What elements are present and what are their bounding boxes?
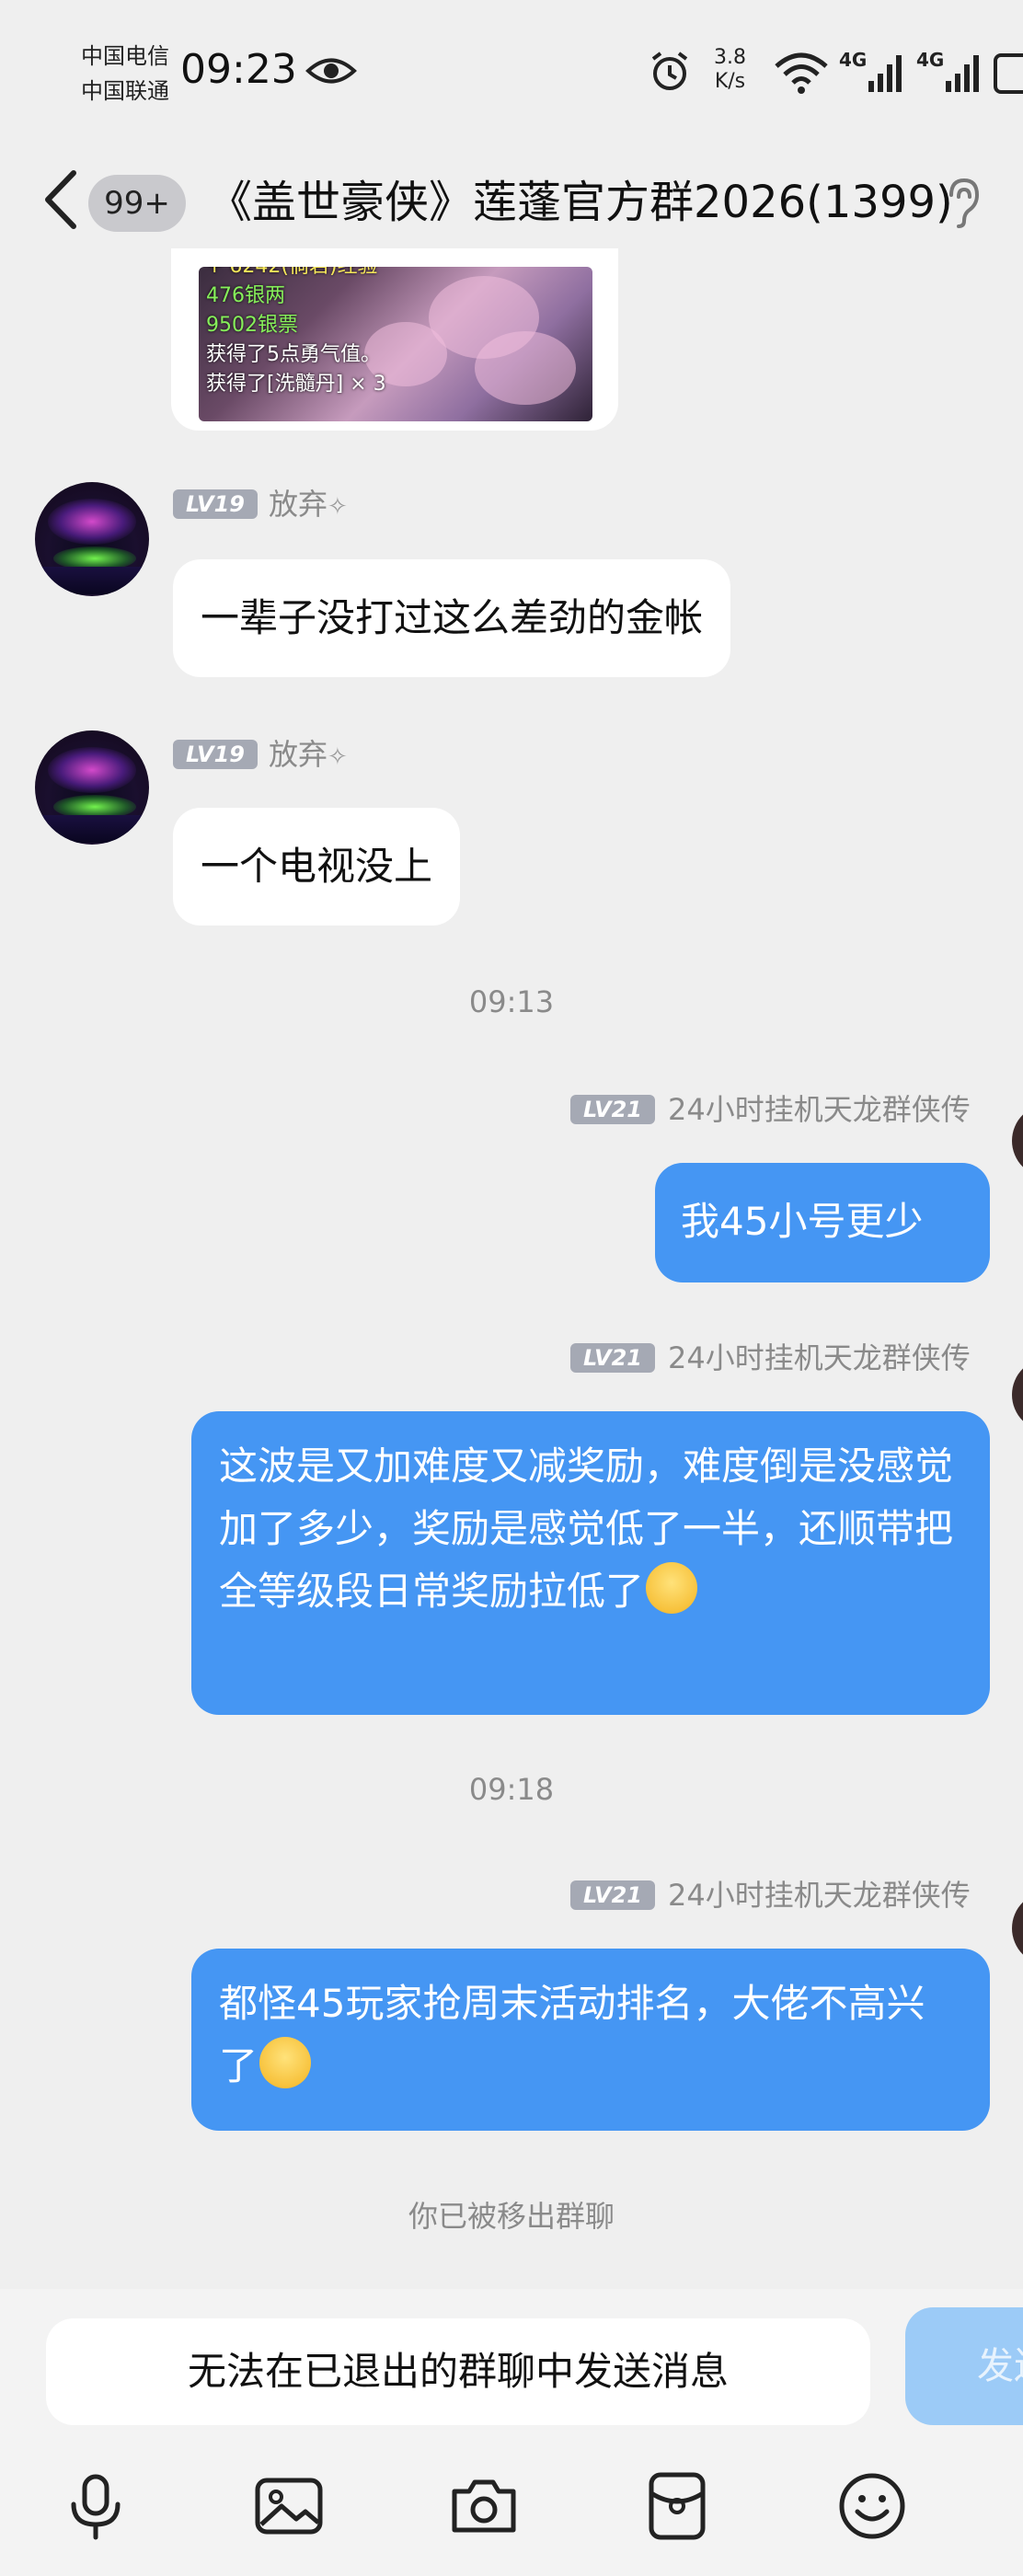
sender-name[interactable]: 24小时挂机天龙群侠传 xyxy=(668,1340,971,1376)
removed-from-group-notice: 你已被移出群聊 xyxy=(408,2199,615,2234)
red-packet-icon[interactable] xyxy=(640,2469,714,2543)
sparkle-icon: ✧ xyxy=(328,493,348,521)
reward-line-4: 获得了5点勇气值。 xyxy=(206,343,381,366)
message-input[interactable]: 无法在已退出的群聊中发送消息 xyxy=(46,2318,870,2425)
avatar[interactable] xyxy=(35,730,149,845)
camera-icon[interactable] xyxy=(447,2469,521,2543)
image-icon[interactable] xyxy=(252,2469,326,2543)
sender-name[interactable]: 24小时挂机天龙群侠传 xyxy=(668,1877,971,1914)
timestamp: 09:13 xyxy=(468,984,555,1019)
net-speed: 3.8 K/s xyxy=(714,46,746,94)
level-badge: LV21 xyxy=(570,1095,655,1124)
avatar[interactable] xyxy=(35,482,149,596)
status-clock: 09:23 xyxy=(180,46,297,93)
carrier-2: 中国联通 xyxy=(81,78,169,104)
sender-name[interactable]: 放弃✧ xyxy=(269,486,348,525)
battery-icon xyxy=(994,53,1023,94)
reward-line-3: 9502银票 xyxy=(206,314,298,337)
sender-name[interactable]: 24小时挂机天龙群侠传 xyxy=(668,1091,971,1128)
avatar[interactable] xyxy=(1012,1358,1023,1432)
group-title[interactable]: 《盖世豪侠》莲蓬官方群2026(1399) xyxy=(208,169,953,236)
net-speed-unit: K/s xyxy=(714,70,746,93)
signal-icon-1: 4G xyxy=(839,49,902,92)
timestamp: 09:18 xyxy=(468,1772,555,1807)
smirk-emoji-icon xyxy=(259,2037,312,2088)
sender-name[interactable]: 放弃✧ xyxy=(269,736,348,776)
level-badge: LV19 xyxy=(173,740,258,769)
reward-line-2: 476银两 xyxy=(206,284,285,307)
message-bubble[interactable]: 这波是又加难度又减奖励，难度倒是没感觉加了多少，奖励是感觉低了一半，还顺带把全等… xyxy=(191,1411,990,1715)
eye-icon xyxy=(305,58,357,84)
avatar[interactable] xyxy=(1012,1892,1023,1965)
message-bubble[interactable]: 一辈子没打过这么差劲的金帐 xyxy=(173,559,731,677)
input-area: 无法在已退出的群聊中发送消息 发送 xyxy=(0,2289,1023,2576)
image-message-card[interactable]: + 6242(倘若)经验 476银两 9502银票 获得了5点勇气值。 获得了[… xyxy=(171,248,618,431)
signal-icon-2: 4G xyxy=(916,49,979,92)
earpiece-mode-icon[interactable] xyxy=(942,175,983,230)
reward-line-1: + 6242(倘若)经验 xyxy=(206,267,378,282)
message-bubble[interactable]: 都怪45玩家抢周末活动排名，大佬不高兴了 xyxy=(191,1949,990,2131)
svg-text:4G: 4G xyxy=(839,49,867,71)
game-reward-screenshot[interactable]: + 6242(倘若)经验 476银两 9502银票 获得了5点勇气值。 获得了[… xyxy=(199,267,592,421)
net-speed-value: 3.8 xyxy=(714,46,746,69)
unread-count-badge[interactable]: 99+ xyxy=(88,175,186,232)
reward-line-5: 获得了[洗髓丹] × 3 xyxy=(206,373,386,396)
sparkle-icon: ✧ xyxy=(328,743,348,771)
hug-emoji-icon xyxy=(646,1562,698,1614)
sender-name-text: 放弃 xyxy=(269,737,328,772)
emoji-icon[interactable] xyxy=(835,2469,909,2543)
wifi-icon xyxy=(775,52,828,94)
alarm-icon xyxy=(651,52,688,90)
message-bubble[interactable]: 我45小号更少 xyxy=(655,1163,990,1282)
microphone-icon[interactable] xyxy=(59,2469,132,2543)
status-bar: 中国电信 中国联通 09:23 3.8 K/s 4G 4G xyxy=(0,0,1023,138)
svg-text:4G: 4G xyxy=(916,49,944,71)
chat-header: 99+ 《盖世豪侠》莲蓬官方群2026(1399) xyxy=(0,138,1023,267)
sender-name-text: 放弃 xyxy=(269,487,328,522)
message-text: 这波是又加难度又减奖励，难度倒是没感觉加了多少，奖励是感觉低了一半，还顺带把全等… xyxy=(219,1443,954,1614)
level-badge: LV21 xyxy=(570,1343,655,1373)
back-arrow-icon[interactable] xyxy=(40,167,81,232)
carrier-info: 中国电信 中国联通 xyxy=(81,39,169,109)
message-bubble[interactable]: 一个电视没上 xyxy=(173,808,461,926)
level-badge: LV21 xyxy=(570,1880,655,1910)
message-text: 都怪45玩家抢周末活动排名，大佬不高兴了 xyxy=(219,1981,925,2088)
avatar[interactable] xyxy=(1012,1104,1023,1178)
level-badge: LV19 xyxy=(173,489,258,519)
send-button[interactable]: 发送 xyxy=(905,2307,1023,2425)
carrier-1: 中国电信 xyxy=(81,43,169,69)
